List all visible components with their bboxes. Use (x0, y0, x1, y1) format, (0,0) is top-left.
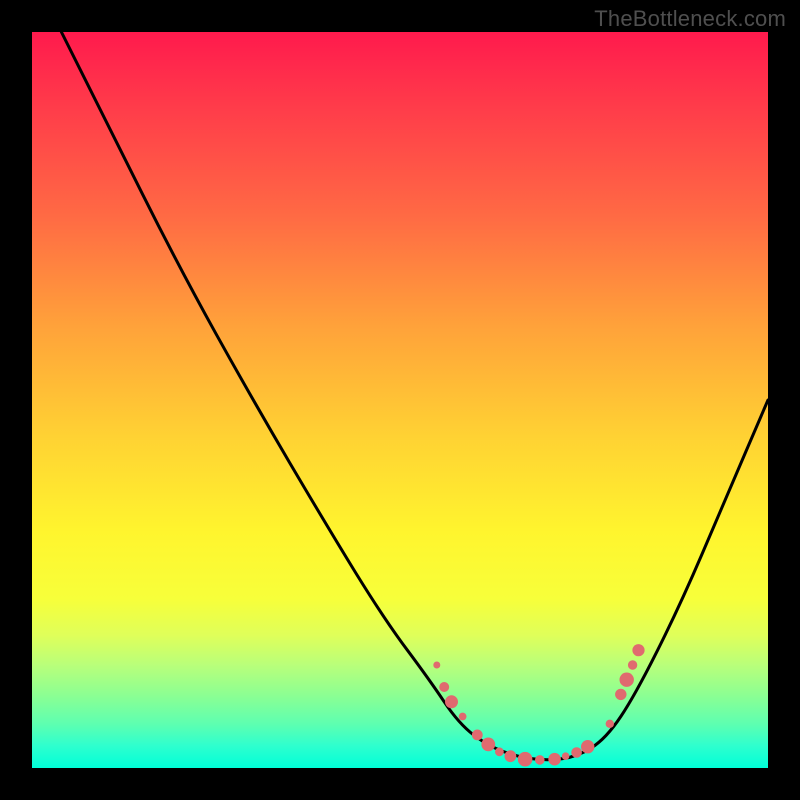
data-marker (571, 747, 582, 758)
marker-group (433, 644, 644, 766)
data-marker (632, 644, 644, 656)
data-marker (505, 750, 517, 762)
data-marker (548, 753, 561, 766)
data-marker (628, 660, 637, 669)
watermark-text: TheBottleneck.com (594, 6, 786, 32)
chart-frame: TheBottleneck.com (0, 0, 800, 800)
data-marker (481, 738, 495, 752)
chart-svg (32, 32, 768, 768)
data-marker (606, 720, 614, 728)
data-marker (472, 730, 483, 741)
curve-line-group (61, 32, 768, 760)
data-marker (495, 747, 504, 756)
data-marker (615, 689, 626, 700)
bottleneck-curve (61, 32, 768, 760)
data-marker (562, 752, 570, 760)
data-marker (535, 755, 545, 765)
data-marker (445, 695, 458, 708)
data-marker (518, 752, 533, 767)
data-marker (433, 662, 440, 669)
data-marker (581, 740, 594, 753)
plot-area (32, 32, 768, 768)
data-marker (620, 673, 634, 687)
data-marker (439, 682, 449, 692)
data-marker (459, 713, 467, 721)
